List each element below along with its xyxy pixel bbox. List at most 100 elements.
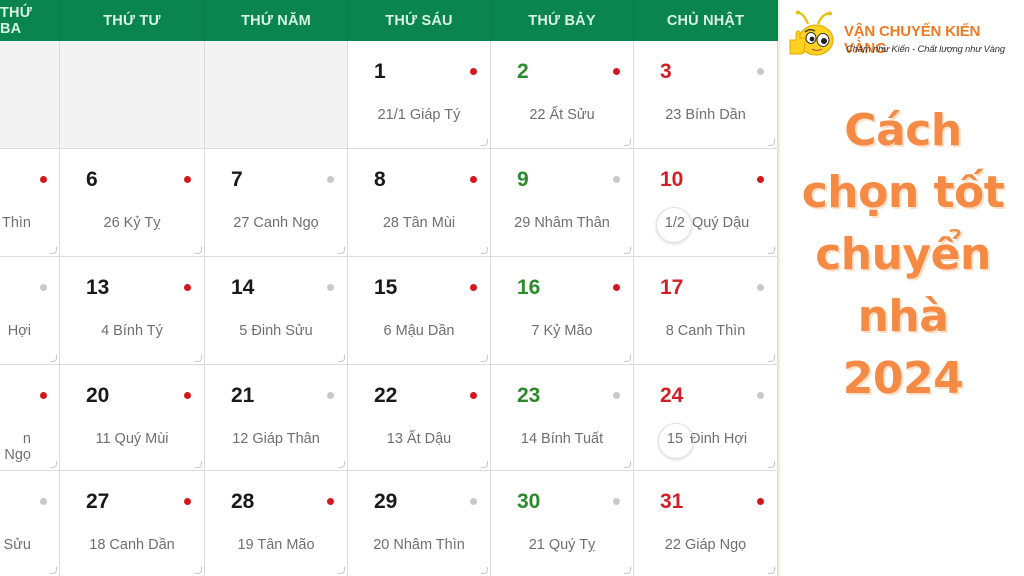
- good-day-dot-icon: [470, 392, 477, 399]
- solar-date: 1: [374, 60, 386, 83]
- good-day-dot-icon: [40, 176, 47, 183]
- lunar-date: Thìn: [2, 215, 31, 231]
- lunar-date: 22 Giáp Ngọ: [634, 537, 777, 553]
- weekday-header: THỨ NĂM: [205, 0, 348, 41]
- lunar-date: 27 Canh Ngọ: [205, 215, 347, 231]
- good-day-dot-icon: [470, 68, 477, 75]
- lunar-date-text: 23 Bính Dần: [665, 107, 746, 123]
- neutral-day-dot-icon: [470, 498, 477, 505]
- good-day-dot-icon: [613, 68, 620, 75]
- calendar-day-cell[interactable]: 6 26 Kỷ Tỵ: [60, 149, 205, 257]
- lunar-date: 19 Tân Mão: [205, 537, 347, 553]
- good-day-dot-icon: [470, 176, 477, 183]
- headline-line: 2024: [842, 353, 964, 404]
- calendar-day-cell[interactable]: 28 19 Tân Mão: [205, 471, 348, 576]
- brand-logo[interactable]: VẬN CHUYỂN KIẾN VÀNG Chăm như Kiến - Chấ…: [784, 6, 1024, 66]
- lunar-date-text: 19 Tân Mão: [237, 537, 315, 553]
- lunar-date-text: Sửu: [3, 537, 31, 553]
- lunar-date: 6 Mậu Dần: [348, 323, 490, 339]
- calendar-day-cell[interactable]: 20 11 Quý Mùi: [60, 365, 205, 471]
- bee-thumbs-up-icon: [789, 10, 834, 56]
- lunar-date-text: 21 Quý Tỵ: [528, 537, 596, 553]
- solar-date: 6: [86, 168, 98, 191]
- lunar-date: 12 Giáp Thân: [205, 431, 347, 447]
- calendar-empty-cell: [0, 41, 60, 149]
- lunar-date: 22 Ất Sửu: [491, 107, 633, 123]
- lunar-date: n Ngọ: [0, 431, 31, 463]
- calendar-day-cell[interactable]: Sửu: [0, 471, 60, 576]
- calendar-day-cell[interactable]: Hợi: [0, 257, 60, 365]
- lunar-date-text: 12 Giáp Thân: [232, 431, 320, 447]
- solar-date: 27: [86, 490, 110, 513]
- calendar-day-cell[interactable]: 23 14 Bính Tuất: [491, 365, 634, 471]
- neutral-day-dot-icon: [40, 498, 47, 505]
- calendar-day-cell[interactable]: 29 20 Nhâm Thìn: [348, 471, 491, 576]
- lunar-date-text: 11 Quý Mùi: [95, 431, 169, 447]
- neutral-day-dot-icon: [757, 68, 764, 75]
- calendar-day-cell[interactable]: 2 22 Ất Sửu: [491, 41, 634, 149]
- calendar-day-cell[interactable]: 1 21/1 Giáp Tý: [348, 41, 491, 149]
- solar-date: 9: [517, 168, 529, 191]
- neutral-day-dot-icon: [757, 284, 764, 291]
- solar-date: 31: [660, 490, 684, 513]
- calendar-day-cell[interactable]: 8 28 Tân Mùi: [348, 149, 491, 257]
- calendar-day-cell[interactable]: 27 18 Canh Dần: [60, 471, 205, 576]
- lunar-date-text: 28 Tân Mùi: [382, 215, 456, 231]
- calendar-day-cell[interactable]: 17 8 Canh Thìn: [634, 257, 778, 365]
- weekday-header: CHỦ NHẬT: [634, 0, 778, 41]
- headline-line: chuyển: [815, 229, 991, 280]
- calendar-day-cell[interactable]: 14 5 Đinh Sửu: [205, 257, 348, 365]
- lunar-date-text: Quý Dậu: [691, 215, 750, 231]
- lunar-date: 14 Bính Tuất: [491, 431, 633, 447]
- lunar-date: 21/1 Giáp Tý: [348, 107, 490, 123]
- calendar-day-cell[interactable]: 15 6 Mậu Dần: [348, 257, 491, 365]
- headline-line: Cách: [844, 105, 962, 156]
- solar-date: 22: [374, 384, 398, 407]
- calendar-day-cell[interactable]: 30 21 Quý Tỵ: [491, 471, 634, 576]
- solar-date: 16: [517, 276, 541, 299]
- calendar-day-cell[interactable]: 24 15 Đinh Hợi: [634, 365, 778, 471]
- lunar-date: 21 Quý Tỵ: [491, 537, 633, 553]
- calendar-day-cell[interactable]: Thìn: [0, 149, 60, 257]
- lunar-date-text: 8 Canh Thìn: [665, 323, 746, 339]
- good-day-dot-icon: [470, 284, 477, 291]
- solar-date: 30: [517, 490, 541, 513]
- lunar-date: 20 Nhâm Thìn: [348, 537, 490, 553]
- calendar-day-cell[interactable]: 9 29 Nhâm Thân: [491, 149, 634, 257]
- neutral-day-dot-icon: [327, 176, 334, 183]
- lunar-date-text: n Ngọ: [4, 431, 31, 463]
- calendar-day-cell[interactable]: 22 13 Ất Dậu: [348, 365, 491, 471]
- calendar-day-cell[interactable]: 13 4 Bính Tý: [60, 257, 205, 365]
- lunar-date: 23 Bính Dần: [634, 107, 777, 123]
- lunar-date-text: 20 Nhâm Thìn: [373, 537, 465, 553]
- calendar-day-cell[interactable]: 10 1/2 Quý Dậu: [634, 149, 778, 257]
- calendar-empty-cell: [205, 41, 348, 149]
- lunar-date-text: 22 Ất Sửu: [529, 107, 595, 123]
- lunar-date: 15 Đinh Hợi: [634, 423, 777, 459]
- calendar-day-cell[interactable]: 31 22 Giáp Ngọ: [634, 471, 778, 576]
- lunar-month-start-badge: 1/2: [655, 207, 692, 243]
- weekday-header: THỨ TƯ: [60, 0, 205, 41]
- solar-date: 20: [86, 384, 110, 407]
- lunar-date: 5 Đinh Sửu: [205, 323, 347, 339]
- solar-date: 24: [660, 384, 684, 407]
- lunar-date-text: 18 Canh Dần: [89, 537, 175, 553]
- calendar-day-cell[interactable]: 21 12 Giáp Thân: [205, 365, 348, 471]
- neutral-day-dot-icon: [613, 176, 620, 183]
- weekday-header: THỨ SÁU: [348, 0, 491, 41]
- lunar-date: 8 Canh Thìn: [634, 323, 777, 339]
- good-day-dot-icon: [40, 392, 47, 399]
- lunar-date-text: 27 Canh Ngọ: [233, 215, 319, 231]
- calendar-day-cell[interactable]: 3 23 Bính Dần: [634, 41, 778, 149]
- headline-line: chọn tốt: [801, 167, 1005, 218]
- brand-slogan: Chăm như Kiến - Chất lượng như Vàng: [846, 44, 1005, 55]
- calendar-day-cell[interactable]: 16 7 Kỷ Mão: [491, 257, 634, 365]
- lunar-date-text: 22 Giáp Ngọ: [664, 537, 747, 553]
- calendar-day-cell[interactable]: n Ngọ: [0, 365, 60, 471]
- lunar-date: 1/2 Quý Dậu: [634, 207, 777, 243]
- calendar-day-cell[interactable]: 7 27 Canh Ngọ: [205, 149, 348, 257]
- lunar-date: 26 Kỷ Tỵ: [60, 215, 204, 231]
- lunar-date: 11 Quý Mùi: [60, 431, 204, 447]
- solar-date: 23: [517, 384, 541, 407]
- solar-date: 14: [231, 276, 255, 299]
